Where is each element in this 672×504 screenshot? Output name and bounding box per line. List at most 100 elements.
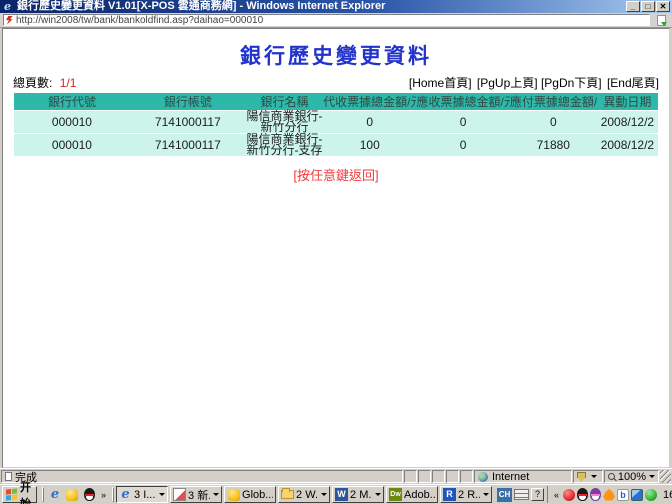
bank-history-table: 銀行代號 銀行帳號 銀行名稱 代收票據總金額/元 應收票據總金額/元 應付票據總…	[14, 93, 658, 156]
taskbar-button-new-group[interactable]: 3 新...	[170, 486, 222, 503]
quick-launch-qq-button[interactable]	[82, 488, 96, 502]
tray-qq2-icon[interactable]	[590, 488, 601, 501]
page-done-icon	[5, 472, 12, 481]
keyboard-icon[interactable]	[514, 489, 529, 500]
quick-launch-overflow-button[interactable]: »	[99, 490, 108, 500]
language-indicator[interactable]: CH	[497, 488, 512, 502]
col-header-payable-total: 應付票據總金額/元	[510, 93, 597, 111]
windows-logo-icon	[6, 488, 17, 500]
browser-content: 銀行歷史變更資料 總頁數: 1/1 [Home首頁] [PgUp上頁] [PgD…	[2, 28, 670, 468]
window-title: 銀行歷史變更資料 V1.01[X-POS 雲通商務網] - Windows In…	[17, 0, 625, 13]
table-row: 000010 7141000117 陽信商業銀行-新竹分行-支存 100 0 7…	[14, 134, 658, 157]
protected-mode-button[interactable]	[573, 470, 603, 483]
col-header-collect-total: 代收票據總金額/元	[323, 93, 416, 111]
app-r-icon	[443, 488, 456, 501]
nav-home-hint: [Home首頁]	[409, 76, 472, 90]
address-bar: http://win2008/tw/bank/bankoldfind.asp?d…	[0, 13, 672, 28]
folder-icon	[281, 490, 294, 499]
chevron-down-icon	[159, 493, 165, 496]
cell-bank-name: 陽信商業銀行-新竹分行	[246, 111, 323, 134]
start-button[interactable]: 开始	[2, 486, 37, 503]
magnifier-icon	[608, 473, 615, 480]
col-header-receivable-total: 應收票據總金額/元	[416, 93, 509, 111]
help-button[interactable]: ?	[531, 488, 544, 501]
toolbar-handle[interactable]	[112, 487, 114, 502]
taskbar: 开始 » 3 I... 3 新... Glob... 2 W...	[0, 484, 672, 504]
cell-account: 7141000117	[130, 134, 246, 157]
chevron-down-icon	[321, 493, 327, 496]
tray-qq-icon[interactable]	[577, 488, 588, 501]
shield-icon	[577, 472, 586, 482]
table-header-row: 銀行代號 銀行帳號 銀行名稱 代收票據總金額/元 應收票據總金額/元 應付票據總…	[14, 93, 658, 111]
system-tray: « 16:35	[547, 486, 672, 503]
toolbar-handle[interactable]	[42, 487, 44, 502]
status-pane	[418, 470, 431, 483]
cell-payable-total: 0	[510, 111, 597, 134]
word-icon	[335, 488, 348, 501]
window-titlebar: 銀行歷史變更資料 V1.01[X-POS 雲通商務網] - Windows In…	[0, 0, 672, 13]
cell-collect-total: 100	[323, 134, 416, 157]
tray-bitcomet-icon[interactable]	[617, 489, 629, 501]
chevron-down-icon	[483, 493, 489, 496]
col-header-bank-code: 銀行代號	[14, 93, 130, 111]
ie-icon	[51, 488, 59, 501]
task-label: Adob...	[404, 489, 435, 501]
cell-receivable-total: 0	[416, 134, 509, 157]
status-message: 完成	[1, 470, 403, 483]
qq-icon	[84, 488, 95, 501]
taskbar-button-explorer-group[interactable]: 2 W...	[278, 486, 330, 503]
minimize-button[interactable]: _	[626, 1, 640, 12]
col-header-change-date: 異動日期	[597, 93, 658, 111]
keyboard-nav-hints: [Home首頁] [PgUp上頁] [PgDn下頁] [End尾頁]	[407, 74, 659, 91]
status-pane	[404, 470, 417, 483]
cell-change-date: 2008/12/2	[597, 134, 658, 157]
total-pages: 總頁數: 1/1	[13, 74, 76, 91]
task-label: 2 W...	[296, 489, 318, 501]
task-label: 2 M...	[350, 489, 372, 501]
tray-flame-icon[interactable]	[603, 489, 615, 501]
tray-green-app-icon[interactable]	[645, 489, 657, 501]
taskbar-button-ie-group[interactable]: 3 I...	[116, 486, 168, 503]
quick-launch: »	[48, 488, 108, 502]
quick-launch-ie-button[interactable]	[48, 488, 62, 502]
ie-icon	[121, 488, 129, 501]
chevron-down-icon	[213, 493, 219, 496]
task-label: 3 新...	[188, 487, 210, 503]
pager-row: 總頁數: 1/1 [Home首頁] [PgUp上頁] [PgDn下頁] [End…	[13, 74, 659, 91]
table-row: 000010 7141000117 陽信商業銀行-新竹分行 0 0 0 2008…	[14, 111, 658, 134]
page-action-button[interactable]	[653, 14, 669, 27]
cell-bank-code: 000010	[14, 134, 130, 157]
cell-payable-total: 71880	[510, 134, 597, 157]
chevron-down-icon	[375, 493, 381, 496]
status-bar: 完成 Internet 100%	[0, 468, 672, 484]
taskbar-button-r-group[interactable]: 2 R...	[440, 486, 492, 503]
maximize-button[interactable]: □	[641, 1, 655, 12]
cell-bank-name: 陽信商業銀行-新竹分行-支存	[246, 134, 323, 157]
taskbar-button-word-group[interactable]: 2 M...	[332, 486, 384, 503]
close-button[interactable]: ✕	[656, 1, 670, 12]
status-pane	[460, 470, 473, 483]
total-pages-value: 1/1	[60, 76, 77, 90]
taskbar-button-adobe[interactable]: Adob...	[386, 486, 438, 503]
cell-change-date: 2008/12/2	[597, 111, 658, 134]
address-input[interactable]: http://win2008/tw/bank/bankoldfind.asp?d…	[3, 14, 650, 26]
screen: 銀行歷史變更資料 V1.01[X-POS 雲通商務網] - Windows In…	[0, 0, 672, 504]
language-bar: CH ?	[497, 488, 544, 502]
col-header-bank-name: 銀行名稱	[246, 93, 323, 111]
page-go-icon	[657, 15, 666, 26]
taskbar-button-glob[interactable]: Glob...	[224, 486, 276, 503]
tray-collapse-button[interactable]: «	[552, 490, 561, 500]
nav-pgdn-hint: [PgDn下頁]	[541, 76, 602, 90]
resize-grip[interactable]	[660, 470, 671, 483]
return-hint: [按任意鍵返回]	[3, 165, 669, 184]
zoom-control[interactable]: 100%	[604, 470, 659, 483]
tray-network-icon[interactable]	[631, 489, 643, 501]
task-label: Glob...	[242, 489, 273, 501]
address-url: http://win2008/tw/bank/bankoldfind.asp?d…	[16, 15, 263, 26]
internet-zone-icon	[478, 472, 488, 482]
tray-red-app-icon[interactable]	[563, 489, 575, 501]
quick-launch-messenger-button[interactable]	[65, 488, 79, 502]
chevron-down-icon	[649, 475, 655, 478]
start-label: 开始	[20, 479, 31, 504]
task-label: 3 I...	[134, 489, 156, 501]
